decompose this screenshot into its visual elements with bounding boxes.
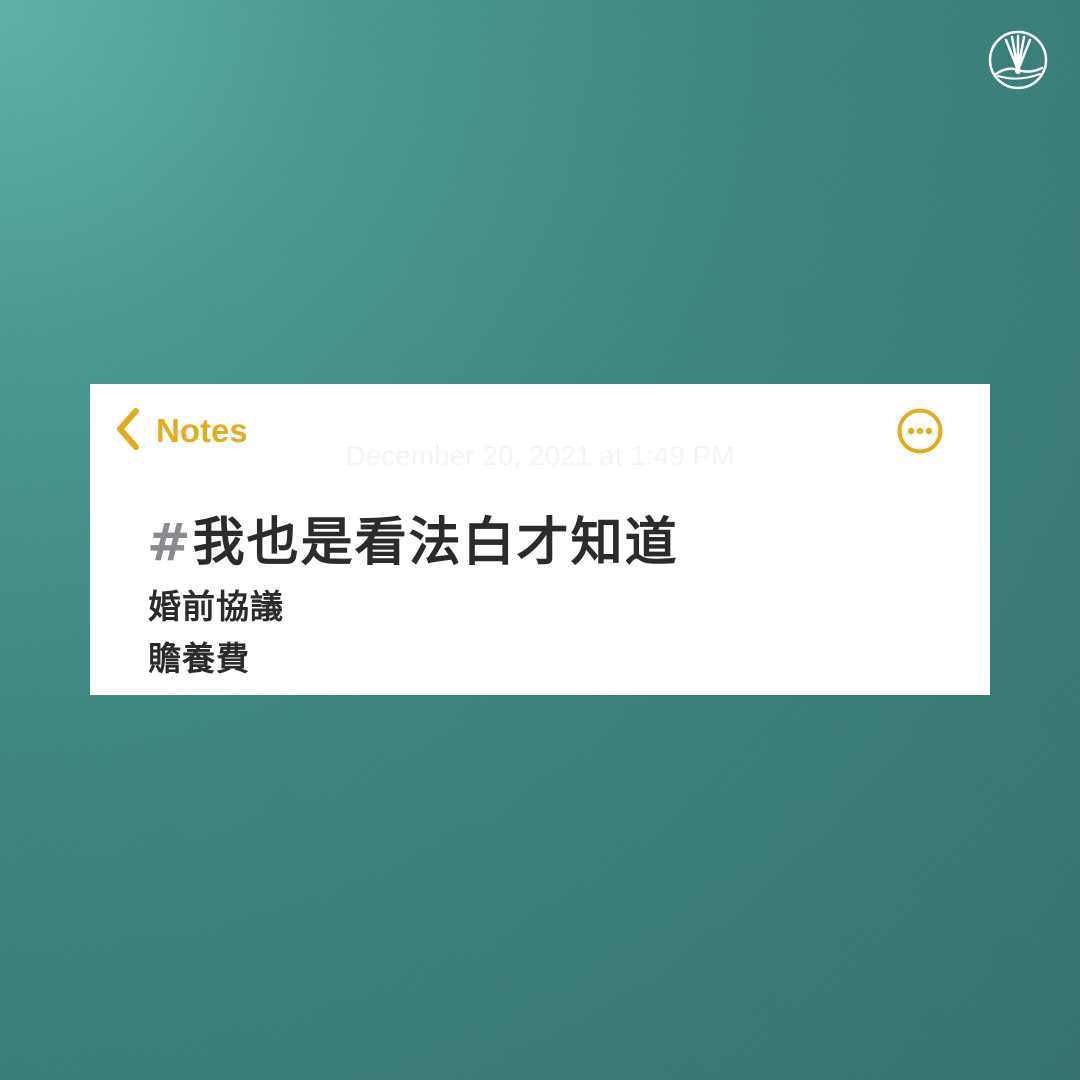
note-card: Notes December 20, 2021 at 1:49 PM #我也是看… xyxy=(90,384,990,695)
note-title-text: 我也是看法白才知道 xyxy=(192,513,679,573)
note-body-line[interactable]: 婚前協議 xyxy=(148,580,284,628)
note-body-line[interactable]: 贍養費 xyxy=(148,632,250,680)
brand-logo-icon xyxy=(988,30,1048,90)
note-title[interactable]: #我也是看法白才知道 xyxy=(147,500,679,575)
hashtag-symbol: # xyxy=(147,513,193,573)
note-date: December 20, 2021 at 1:49 PM xyxy=(345,440,735,471)
